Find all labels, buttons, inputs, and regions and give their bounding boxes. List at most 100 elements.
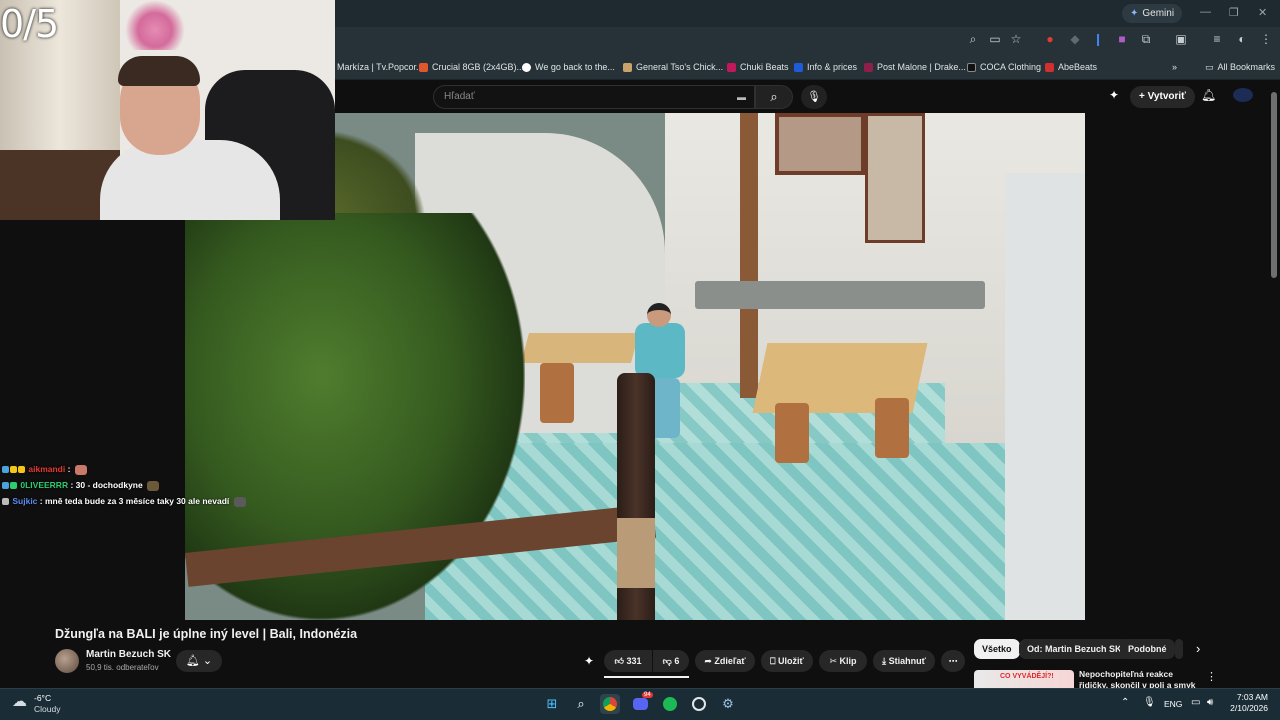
extension-gray-icon[interactable]: ◆ (1068, 32, 1082, 46)
recommended-title[interactable]: Nepochopiteľná reakce řidičky, skončil v… (1079, 669, 1201, 688)
gemini-icon: ✦ (1130, 8, 1139, 19)
tray-overflow-icon[interactable]: ⌃ (1121, 697, 1129, 708)
gemini-button[interactable]: ✦ Gemini (1122, 4, 1183, 23)
save-button[interactable]: ⎕ Uložiť (761, 650, 813, 672)
chip-overflow[interactable] (1175, 639, 1183, 659)
chrome-icon[interactable] (600, 694, 620, 714)
search-button[interactable]: ⌕ (755, 85, 793, 109)
bookmark-item[interactable]: Info & prices (794, 60, 857, 74)
google-icon (522, 62, 531, 72)
browser-menu-icon[interactable]: ⋮ (1259, 32, 1273, 46)
bookmark-icon: ⎕ (770, 656, 779, 666)
steam-icon[interactable]: ⚙ (718, 694, 738, 714)
extension-blue-icon[interactable]: ❙ (1091, 32, 1105, 46)
bookmark-favicon-icon (864, 62, 873, 72)
voice-search-button[interactable]: 🎙︎ (801, 85, 827, 109)
emote-icon (233, 496, 246, 507)
all-bookmarks-button[interactable]: ▭ All Bookmarks (1205, 60, 1275, 74)
obs-icon[interactable] (689, 694, 709, 714)
extension-red-icon[interactable]: ● (1043, 32, 1057, 46)
network-icon[interactable]: ▭ (1191, 697, 1200, 708)
weather-temperature[interactable]: -6°C (34, 693, 51, 703)
bookmark-item[interactable]: Crucial 8GB (2x4GB)... (419, 60, 524, 74)
video-scene-table (520, 333, 640, 363)
bookmark-item[interactable]: Post Malone | Drake... (864, 60, 966, 74)
bookmark-item[interactable]: AbeBeats (1045, 60, 1097, 74)
badge-icon (2, 482, 9, 490)
bookmark-item[interactable]: COCA Clothing (967, 60, 1041, 74)
bookmarks-overflow-icon[interactable]: » (1172, 60, 1177, 74)
video-scene-chair (875, 398, 909, 458)
discord-badge: 94 (642, 692, 653, 698)
chat-username: Sujkic (12, 496, 38, 506)
account-avatar[interactable] (1233, 88, 1253, 102)
chip-from-channel[interactable]: Od: Martin Bezuch SK (1019, 639, 1130, 659)
bookmark-item[interactable]: Markíza | Tv.Popcor... (337, 60, 424, 74)
profile-avatar-icon[interactable]: ◐ (1235, 32, 1249, 46)
chat-text: : (67, 464, 73, 474)
recommended-menu-icon[interactable]: ⋮ (1206, 670, 1217, 683)
video-scene-wall-right (1005, 173, 1085, 620)
search-icon[interactable]: ⌕ (571, 694, 591, 714)
microphone-tray-icon[interactable]: 🎙︎ (1143, 697, 1156, 708)
thumbs-up-icon: 👍︎ (614, 656, 627, 666)
bookmark-star-icon[interactable]: ☆ (1009, 32, 1023, 46)
scissors-icon: ✂ (829, 656, 840, 666)
weather-cloud-icon[interactable]: ☁ (12, 692, 27, 710)
bookmark-item[interactable]: We go back to the... (522, 60, 615, 74)
more-actions-button[interactable]: ⋯ (941, 650, 965, 672)
bookmark-item[interactable]: Chuki Beats (727, 60, 789, 74)
zoom-icon[interactable]: ⌕ (966, 32, 980, 46)
badge-icon (10, 466, 17, 474)
volume-icon[interactable]: 🔊︎ (1207, 697, 1213, 708)
chat-username: aikmandi (28, 464, 66, 474)
folder-icon: ▭ (1205, 62, 1214, 72)
search-input[interactable]: Hľadať (433, 85, 755, 109)
sidepanel-icon[interactable]: ▣ (1174, 32, 1188, 46)
bookmark-item[interactable]: General Tso's Chick... (623, 60, 723, 74)
download-button[interactable]: ⤓ Stiahnuť (873, 650, 935, 672)
chip-all[interactable]: Všetko (974, 639, 1020, 659)
restore-icon[interactable]: ❐ (1229, 6, 1239, 19)
extensions-puzzle-icon[interactable]: ⧉ (1139, 32, 1153, 46)
media-controls-icon[interactable]: ≡ (1210, 32, 1224, 46)
gemini-ask-icon[interactable]: ✦ (584, 654, 594, 668)
badge-icon (2, 498, 9, 506)
badge-icon (2, 466, 9, 474)
chat-overlay: aikmandi : 0LIVEERRR : 30 - dochodkyne S… (2, 461, 247, 509)
spotify-icon[interactable] (660, 694, 680, 714)
bookmark-favicon-icon (794, 62, 803, 72)
channel-avatar[interactable] (55, 649, 79, 673)
chip-related[interactable]: Podobné (1120, 639, 1175, 659)
thumbs-down-icon: 👎︎ (662, 656, 675, 666)
video-scene-chair (775, 403, 809, 463)
video-scene-beam (740, 113, 758, 398)
badge-icon (10, 482, 17, 490)
cast-icon[interactable]: ▭ (988, 32, 1002, 46)
close-icon[interactable]: ✕ (1258, 6, 1267, 19)
bookmark-favicon-icon (727, 62, 736, 72)
extension-purple-icon[interactable]: ■ (1115, 32, 1129, 46)
video-scene-frame (775, 113, 865, 175)
minimize-icon[interactable]: — (1200, 6, 1211, 18)
create-button[interactable]: + Vytvoriť (1130, 86, 1195, 108)
weather-condition[interactable]: Cloudy (34, 704, 60, 714)
video-scene-chair (540, 363, 574, 423)
chips-next-icon[interactable]: › (1196, 641, 1200, 656)
keyboard-icon[interactable]: ▬ (737, 92, 746, 102)
like-button[interactable]: 👍︎ 331 (604, 650, 652, 672)
language-indicator[interactable]: ENG (1164, 699, 1182, 709)
start-icon[interactable]: ⊞ (542, 694, 562, 714)
gemini-sparkle-icon[interactable]: ✦ (1109, 88, 1119, 102)
dislike-button[interactable]: 👎︎ 6 (653, 650, 689, 672)
clip-button[interactable]: ✂ Klip (819, 650, 867, 672)
subscribe-bell-button[interactable]: 🔔︎ ⌄ (176, 650, 222, 672)
page-scrollbar[interactable] (1271, 92, 1277, 278)
recommended-thumbnail[interactable]: CO VYVÁDĚJÍ?! (974, 670, 1074, 688)
notifications-bell-icon[interactable]: 🔔︎ (1201, 88, 1216, 102)
share-button[interactable]: ➦ Zdieľať (695, 650, 755, 672)
clock-time: 7:03 AM (1236, 692, 1268, 702)
bookmark-favicon-icon (1045, 62, 1054, 72)
system-clock[interactable]: 7:03 AM 2/10/2026 (1226, 692, 1268, 714)
channel-name[interactable]: Martin Bezuch SK (86, 649, 171, 660)
